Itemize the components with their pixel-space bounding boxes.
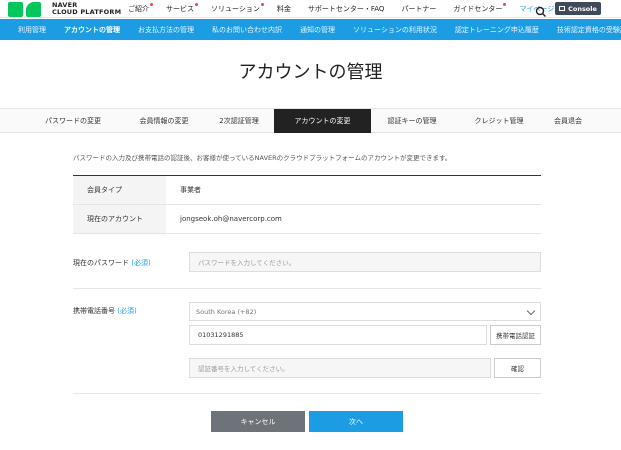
subnav-item-usage[interactable]: 利用管理 (18, 25, 46, 35)
menu-item-partners[interactable]: パートナー (401, 4, 436, 14)
tab-credit[interactable]: クレジット管理 (459, 109, 539, 133)
chevron-down-icon (526, 306, 536, 316)
top-navigation: NAVER CLOUD PLATFORM ご紹介 サービス ソリューション 料金… (0, 0, 621, 18)
tab-account-change[interactable]: アカウントの変更 (274, 109, 371, 133)
phone-verify-button[interactable]: 携帯電話認証 (490, 325, 541, 345)
phone-input[interactable]: 01031291885 (189, 325, 487, 345)
logo-text-line2: CLOUD PLATFORM (52, 8, 122, 16)
menu-item-solutions[interactable]: ソリューション (211, 3, 264, 14)
tab-password-change[interactable]: パスワードの変更 (29, 109, 117, 133)
current-account-value: jongseok.oh@navercorp.com (180, 215, 282, 223)
page-title: アカウントの管理 (238, 62, 383, 83)
subnav-item-training[interactable]: 認定トレーニング申込履歴 (455, 25, 539, 35)
country-select[interactable]: South Korea (+82) (189, 302, 541, 321)
notice-text: パスワードの入力及び携帯電話の認証後、お客様が使っているNAVERのクラウドプラ… (73, 154, 452, 162)
tab-2fa[interactable]: 2次認証管理 (199, 109, 279, 133)
subnav-item-certification[interactable]: 技術認定資格の受験履歴 (557, 25, 621, 35)
tab-auth-key[interactable]: 認証キーの管理 (372, 109, 452, 133)
required-mark: (必須) (131, 259, 151, 267)
console-icon (559, 6, 566, 11)
country-select-value: South Korea (+82) (196, 307, 257, 316)
menu-item-services[interactable]: サービス (166, 3, 198, 14)
console-button-label: Console (568, 4, 597, 13)
next-button[interactable]: 次へ (309, 411, 403, 432)
verification-code-input[interactable]: 認証番号を入力してください。 (189, 358, 491, 378)
menu-item-about[interactable]: ご紹介 (128, 3, 153, 14)
subnav-item-payment[interactable]: お支払方法の管理 (138, 25, 194, 35)
phone-label: 携帯電話番号 (必須) (73, 306, 137, 316)
table-row: 現在のアカウント jongseok.oh@navercorp.com (73, 205, 541, 234)
menu-item-support[interactable]: サポートセンター・FAQ (308, 4, 385, 14)
table-row: 会員タイプ 事業者 (73, 176, 541, 205)
tab-withdraw[interactable]: 会員退会 (528, 109, 608, 133)
cancel-button[interactable]: キャンセル (211, 411, 305, 432)
required-mark: (必須) (117, 307, 137, 315)
member-type-value: 事業者 (180, 186, 201, 194)
divider (73, 288, 541, 289)
search-icon[interactable] (535, 3, 547, 17)
account-tabs: パスワードの変更 会員情報の変更 2次認証管理 アカウントの変更 認証キーの管理… (0, 108, 621, 133)
divider (73, 393, 541, 394)
menu-item-guide[interactable]: ガイドセンター (453, 3, 507, 14)
password-label-text: 現在のパスワード (73, 259, 129, 267)
subnav-item-inquiries[interactable]: 私のお問い合わせ内訳 (212, 25, 282, 35)
phone-label-text: 携帯電話番号 (73, 307, 115, 315)
sub-navigation: 利用管理 アカウントの管理 お支払方法の管理 私のお問い合わせ内訳 通知の管理 … (0, 19, 621, 40)
main-menu: ご紹介 サービス ソリューション 料金 サポートセンター・FAQ パートナー ガ… (128, 0, 571, 18)
logo-icon (8, 1, 44, 17)
subnav-item-solution-usage[interactable]: ソリューションの利用状況 (353, 25, 437, 35)
password-label: 現在のパスワード (必須) (73, 258, 151, 268)
console-button[interactable]: Console (555, 2, 601, 15)
subnav-item-notifications[interactable]: 通知の管理 (300, 25, 335, 35)
account-info-table: 会員タイプ 事業者 現在のアカウント jongseok.oh@navercorp… (73, 175, 541, 234)
confirm-code-button[interactable]: 確認 (494, 358, 541, 378)
tab-member-info[interactable]: 会員情報の変更 (120, 109, 208, 133)
member-type-label: 会員タイプ (73, 176, 166, 204)
menu-item-pricing[interactable]: 料金 (277, 4, 291, 14)
current-account-label: 現在のアカウント (73, 205, 166, 233)
subnav-item-account[interactable]: アカウントの管理 (64, 25, 120, 35)
naver-cloud-logo[interactable]: NAVER CLOUD PLATFORM (8, 1, 121, 17)
password-input[interactable]: パスワードを入力してください。 (189, 252, 541, 272)
